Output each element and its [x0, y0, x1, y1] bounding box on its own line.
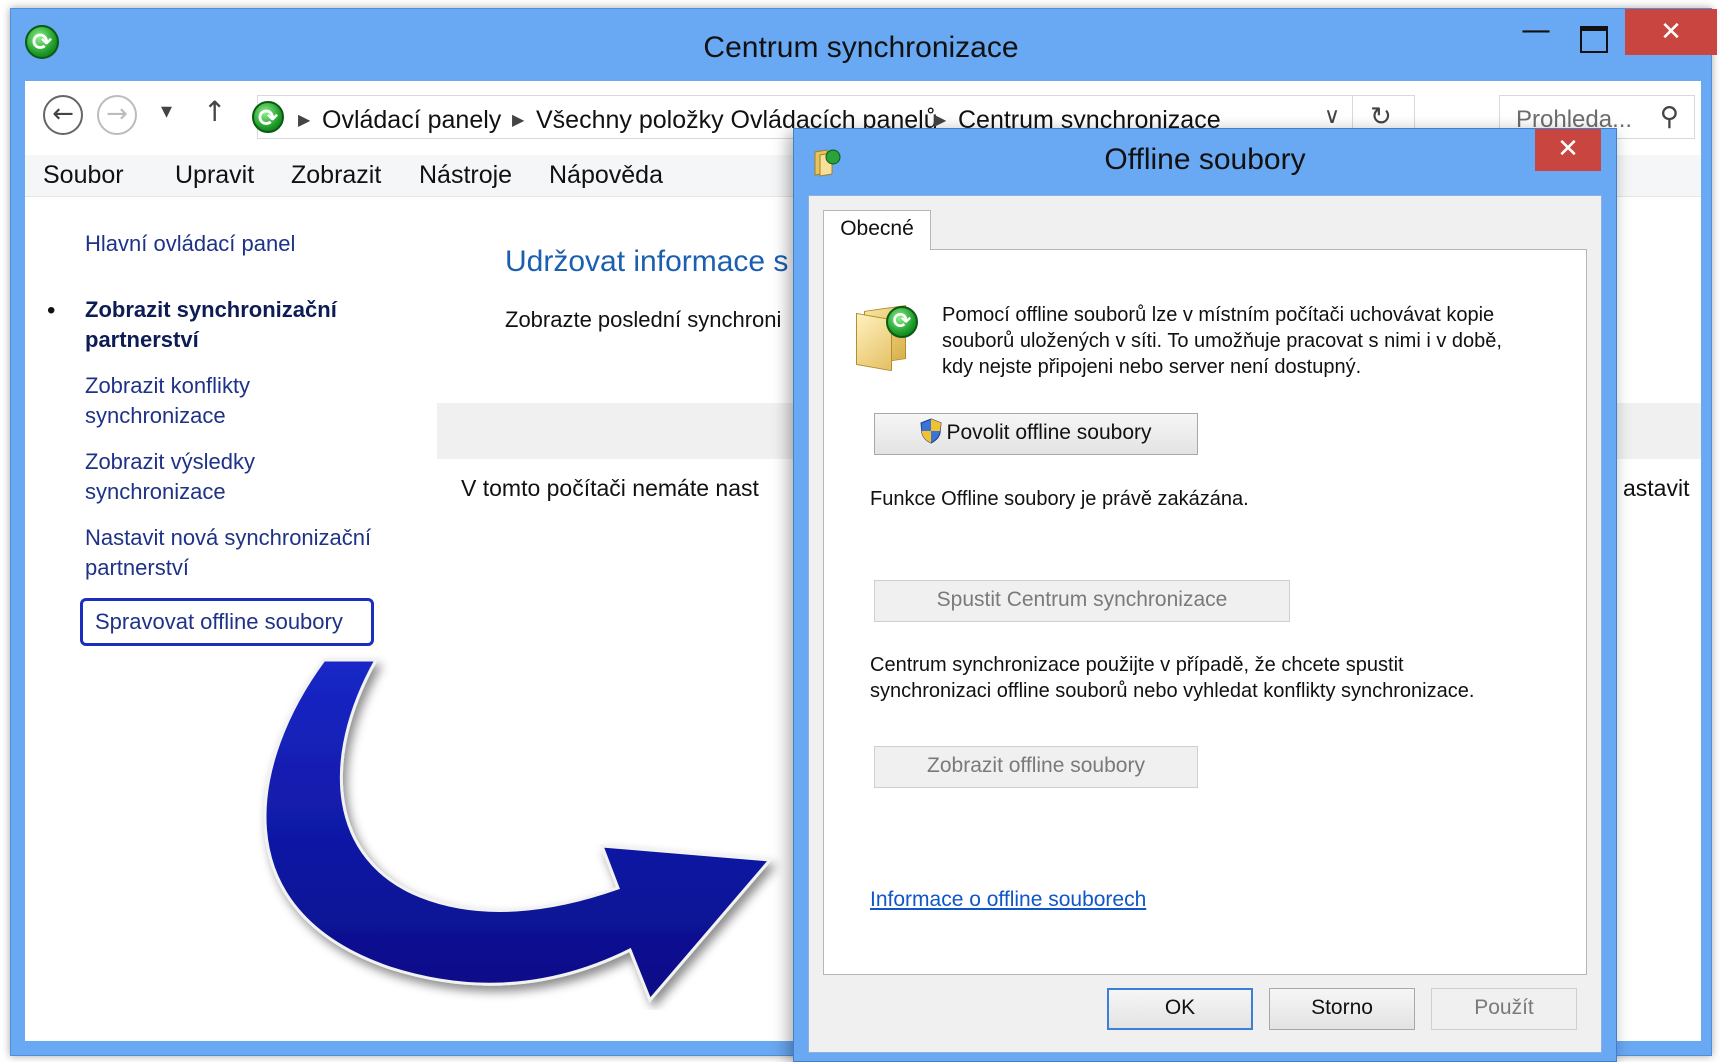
- sidebar-item-label: Zobrazit synchronizační: [85, 297, 337, 322]
- dialog-close-button[interactable]: ✕: [1535, 129, 1601, 171]
- view-offline-files-button[interactable]: Zobrazit offline soubory: [874, 746, 1198, 788]
- back-button[interactable]: ←: [43, 95, 83, 135]
- menu-zobrazit[interactable]: Zobrazit: [291, 161, 381, 190]
- page-description: Zobrazte poslední synchroni: [505, 307, 782, 332]
- minimize-button[interactable]: —: [1513, 13, 1559, 57]
- intro-text: Pomocí offline souborů lze v místním poč…: [942, 304, 1502, 378]
- open-sync-center-button[interactable]: Spustit Centrum synchronizace: [874, 580, 1290, 622]
- sidebar-item-results[interactable]: Zobrazit výsledky synchronizace: [85, 447, 255, 507]
- setup-link-fragment[interactable]: astavit: [1623, 475, 1689, 502]
- offline-files-dialog: Offline soubory ✕ Obecné ⟳ Pomocí offlin…: [793, 128, 1617, 1062]
- sidebar-item-label: Zobrazit výsledky: [85, 449, 255, 474]
- close-button[interactable]: ✕: [1625, 9, 1717, 55]
- breadcrumb-separator[interactable]: ▶: [934, 110, 946, 129]
- breadcrumb-control-panel[interactable]: Ovládací panely: [322, 106, 501, 135]
- offline-status-text: Funkce Offline soubory je právě zakázána…: [870, 488, 1249, 510]
- sidebar-item-conflicts[interactable]: Zobrazit konflikty synchronizace: [85, 371, 250, 431]
- forward-button[interactable]: →: [97, 95, 137, 135]
- address-history-dropdown[interactable]: ∨: [1324, 104, 1340, 129]
- sync-center-description: Centrum synchronizace použijte v případě…: [870, 654, 1475, 702]
- sidebar-item-label: synchronizace: [85, 479, 226, 504]
- sidebar-item-new-partnership[interactable]: Nastavit nová synchronizační partnerství: [85, 523, 371, 583]
- address-location-icon: [252, 101, 284, 133]
- sidebar-home-link[interactable]: Hlavní ovládací panel: [85, 229, 295, 259]
- current-item-bullet: •: [47, 297, 56, 324]
- breadcrumb-separator[interactable]: ▶: [298, 110, 310, 129]
- title-bar: Centrum synchronizace — ✕: [11, 9, 1717, 81]
- offline-files-info-link[interactable]: Informace o offline souborech: [870, 888, 1146, 912]
- sidebar-item-partnerships[interactable]: Zobrazit synchronizační partnerství: [85, 295, 337, 355]
- window-title: Centrum synchronizace: [703, 31, 1019, 64]
- recent-pages-dropdown[interactable]: ▾: [161, 99, 172, 124]
- sidebar-item-label: synchronizace: [85, 403, 226, 428]
- empty-partnership-message: V tomto počítači nemáte nast: [461, 475, 759, 501]
- offline-folder-icon: ⟳: [856, 302, 918, 372]
- cancel-button[interactable]: Storno: [1269, 988, 1415, 1030]
- up-button[interactable]: ↑: [203, 95, 226, 128]
- dialog-title: Offline soubory: [1104, 143, 1306, 176]
- sidebar-item-label: Nastavit nová synchronizační: [85, 525, 372, 550]
- menu-napoveda[interactable]: Nápověda: [549, 161, 663, 190]
- maximize-button[interactable]: [1567, 13, 1617, 57]
- tab-panel-general: ⟳ Pomocí offline souborů lze v místním p…: [823, 249, 1587, 975]
- search-icon[interactable]: ⚲: [1660, 102, 1679, 132]
- menu-soubor[interactable]: Soubor: [43, 161, 124, 190]
- sidebar-item-manage-offline-files[interactable]: Spravovat offline soubory: [95, 607, 343, 637]
- annotation-arrow: [263, 658, 774, 1003]
- menu-upravit[interactable]: Upravit: [175, 161, 254, 190]
- uac-shield-icon: [920, 418, 942, 444]
- enable-offline-files-button[interactable]: Povolit offline soubory: [874, 413, 1198, 455]
- menu-nastroje[interactable]: Nástroje: [419, 161, 512, 190]
- apply-button[interactable]: Použít: [1431, 988, 1577, 1030]
- sidebar-item-label: partnerství: [85, 327, 199, 352]
- dialog-client-area: Obecné ⟳ Pomocí offline souborů lze v mí…: [808, 195, 1602, 1053]
- tab-general[interactable]: Obecné: [823, 210, 931, 250]
- breadcrumb-separator[interactable]: ▶: [512, 110, 524, 129]
- sidebar-item-label: Zobrazit konflikty: [85, 373, 251, 398]
- enable-offline-files-label: Povolit offline soubory: [946, 421, 1152, 444]
- ok-button[interactable]: OK: [1107, 988, 1253, 1030]
- page-title: Udržovat informace s: [505, 245, 789, 278]
- sidebar-item-label: partnerství: [85, 555, 189, 580]
